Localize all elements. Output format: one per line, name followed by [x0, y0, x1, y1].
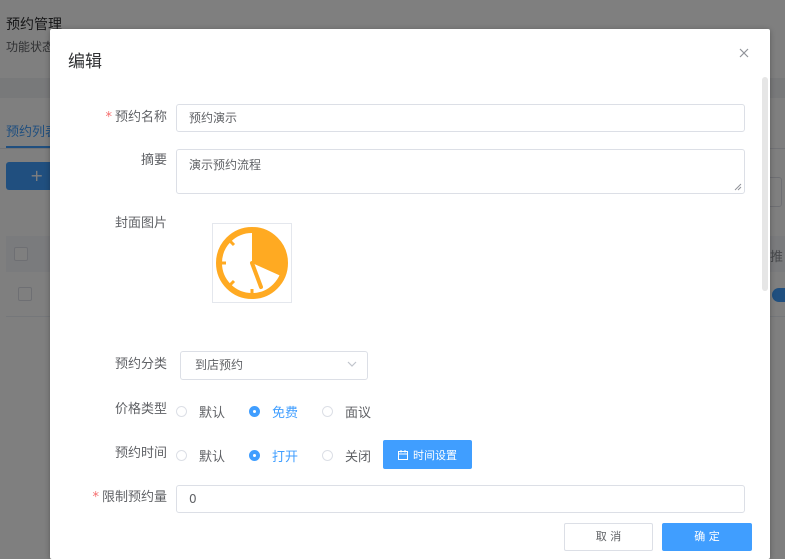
summary-text: 演示预约流程	[189, 158, 262, 172]
radio-circle	[322, 450, 333, 461]
cover-image-uploader[interactable]	[212, 223, 292, 303]
limit-input[interactable]: 0	[176, 485, 745, 513]
category-label: 预约分类	[114, 357, 167, 372]
dialog-title: 编辑	[68, 52, 102, 72]
time-label: 预约时间	[114, 446, 167, 461]
time-radio-open[interactable]: 打开	[249, 446, 298, 465]
time-settings-button[interactable]: 时间设置	[383, 440, 472, 469]
radio-circle	[249, 406, 260, 417]
chevron-down-icon	[347, 361, 357, 367]
limit-label: * 限制预约量	[92, 490, 167, 505]
name-label: * 预约名称	[105, 110, 167, 125]
radio-circle	[176, 406, 187, 417]
close-icon[interactable]	[734, 43, 754, 63]
required-mark: *	[92, 490, 99, 505]
radio-circle	[322, 406, 333, 417]
summary-textarea[interactable]: 演示预约流程	[176, 149, 745, 194]
category-value: 到店预约	[195, 358, 244, 372]
calendar-icon	[398, 449, 408, 460]
summary-label: 摘要	[140, 153, 167, 168]
radio-circle	[176, 450, 187, 461]
name-input[interactable]: 预约演示	[176, 104, 745, 132]
confirm-button[interactable]: 确 定	[662, 523, 752, 551]
price-radio-default[interactable]: 默认	[176, 402, 225, 421]
price-radio-negotiable[interactable]: 面议	[322, 402, 371, 421]
resize-handle-icon[interactable]	[734, 183, 742, 191]
price-radio-free[interactable]: 免费	[249, 402, 298, 421]
price-type-label: 价格类型	[114, 402, 167, 417]
dialog-scrollbar[interactable]	[762, 77, 768, 291]
cover-label: 封面图片	[114, 216, 167, 231]
clock-icon	[216, 227, 288, 299]
edit-dialog: 编辑 *预约名称 预约演示 摘要 演示预约流程 封面图片 预约分类 到店预约	[50, 29, 770, 559]
required-mark: *	[105, 110, 112, 125]
category-select[interactable]: 到店预约	[180, 351, 368, 380]
time-radio-close[interactable]: 关闭	[322, 446, 371, 465]
time-radio-default[interactable]: 默认	[176, 446, 225, 465]
cancel-button[interactable]: 取 消	[564, 523, 653, 551]
radio-circle	[249, 450, 260, 461]
